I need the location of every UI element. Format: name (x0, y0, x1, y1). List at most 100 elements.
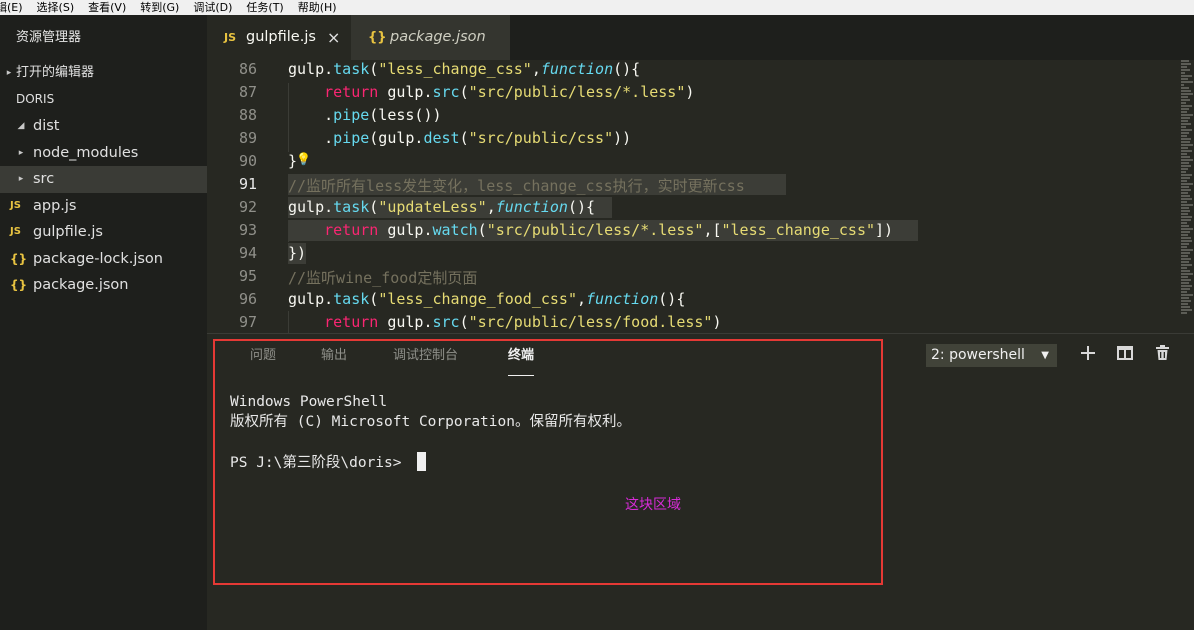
minimap-line (1181, 81, 1193, 83)
minimap[interactable] (1180, 60, 1194, 333)
shell-select[interactable]: 2: powershell ▼ (926, 344, 1057, 367)
json-file-icon: {} (368, 30, 387, 45)
code-token: pipe (333, 106, 370, 124)
tab-gulpfile[interactable]: JS gulpfile.js × (207, 15, 351, 60)
explorer-item-app-js[interactable]: JS app.js (0, 193, 207, 220)
tab-package-json[interactable]: {} package.json (351, 15, 510, 60)
explorer-item-label: package-lock.json (33, 250, 163, 267)
code-line: }) (288, 244, 306, 262)
code-line: .pipe(less()) (288, 106, 441, 124)
minimap-line (1181, 159, 1193, 161)
minimap-line (1181, 300, 1191, 302)
code-editor[interactable]: 86 gulp.task("less_change_css",function()… (207, 60, 1194, 333)
code-token: "src/public/css" (468, 129, 614, 147)
menu-item[interactable]: 调试(D) (193, 0, 239, 15)
minimap-line (1181, 138, 1191, 140)
minimap-line (1181, 252, 1190, 254)
explorer-item-package-lock-json[interactable]: {} package-lock.json (0, 246, 207, 273)
explorer-item-src[interactable]: ▸ src (0, 166, 207, 193)
minimap-line (1181, 69, 1190, 71)
chevron-right-icon: ▸ (18, 174, 24, 184)
minimap-line (1181, 216, 1192, 218)
minimap-line (1181, 240, 1192, 242)
minimap-line (1181, 273, 1193, 275)
code-token: , (577, 290, 587, 308)
code-token: ]) (875, 221, 894, 239)
minimap-line (1181, 105, 1192, 107)
project-section[interactable]: DORIS (0, 86, 207, 113)
minimap-line (1181, 120, 1188, 122)
minimap-line (1181, 153, 1187, 155)
explorer-item-label: app.js (33, 197, 77, 214)
code-line: //监听wine_food定制页面 (288, 267, 477, 288)
line-number: 88 (238, 106, 257, 124)
json-file-icon: {} (10, 251, 28, 266)
code-token: "src/public/less/*.less" (486, 221, 704, 239)
code-token: ( (477, 221, 487, 239)
code-token: ,[ (703, 221, 722, 239)
explorer-item-node-modules[interactable]: ▸ node_modules (0, 140, 207, 167)
minimap-line (1181, 267, 1187, 269)
explorer-item-gulpfile-js[interactable]: JS gulpfile.js (0, 219, 207, 246)
menu-bar: 辑(E) 选择(S) 查看(V) 转到(G) 调试(D) 任务(T) 帮助(H) (0, 0, 1194, 15)
menu-item[interactable]: 选择(S) (37, 0, 82, 15)
menu-item[interactable]: 查看(V) (88, 0, 133, 15)
menu-item[interactable]: 辑(E) (0, 0, 30, 15)
code-token: (){ (658, 290, 686, 308)
line-number: 97 (238, 313, 257, 331)
menu-item[interactable]: 转到(G) (140, 0, 186, 15)
annotation-label: 这块区域 (625, 497, 681, 513)
menu-item[interactable]: 任务(T) (246, 0, 290, 15)
minimap-line (1181, 117, 1190, 119)
editor-tabs: JS gulpfile.js × {} package.json (207, 15, 1194, 60)
minimap-line (1181, 78, 1188, 80)
code-token: gulp. (378, 221, 433, 239)
minimap-line (1181, 261, 1189, 263)
menu-item[interactable]: 帮助(H) (298, 0, 344, 15)
shell-select-value: 2: powershell (931, 347, 1025, 363)
code-token: (gulp. (369, 129, 424, 147)
minimap-line (1181, 303, 1188, 305)
code-token: ( (369, 60, 379, 78)
open-editors-section[interactable]: ▸ 打开的编辑器 (0, 60, 207, 86)
tab-label: package.json (390, 29, 486, 45)
minimap-line (1181, 246, 1187, 248)
minimap-line (1181, 93, 1193, 95)
split-terminal-button[interactable] (1114, 344, 1136, 366)
code-token: }) (288, 244, 307, 262)
code-line: gulp.task("updateLess",function(){ (288, 198, 595, 216)
explorer-item-label: dist (33, 118, 60, 134)
line-number: 87 (238, 83, 257, 101)
minimap-line (1181, 156, 1190, 158)
minimap-line (1181, 186, 1189, 188)
code-token: ( (369, 198, 379, 216)
code-token: (){ (567, 198, 596, 216)
line-number: 86 (238, 60, 257, 78)
code-token: pipe (333, 129, 370, 147)
code-token: gulp. (288, 290, 334, 308)
explorer-item-package-json[interactable]: {} package.json (0, 272, 207, 299)
code-token: return (324, 83, 379, 101)
minimap-line (1181, 123, 1191, 125)
kill-terminal-button[interactable] (1151, 344, 1173, 366)
js-file-icon: JS (224, 31, 237, 44)
explorer-item-dist[interactable]: ◢ dist (0, 113, 207, 140)
lightbulb-icon[interactable]: 💡 (296, 152, 311, 166)
minimap-line (1181, 201, 1187, 203)
line-number: 90 (238, 152, 257, 170)
minimap-line (1181, 165, 1191, 167)
minimap-line (1181, 258, 1191, 260)
minimap-line (1181, 279, 1191, 281)
minimap-line (1181, 90, 1191, 92)
terminal-panel: 问题 输出 调试控制台 终端 2: powershell ▼ Windows P… (207, 333, 1194, 630)
code-token: watch (432, 221, 478, 239)
close-icon[interactable]: × (327, 15, 340, 60)
add-terminal-button[interactable] (1077, 344, 1099, 366)
code-token: (){ (613, 60, 641, 78)
code-token: dest (423, 129, 460, 147)
minimap-line (1181, 255, 1188, 257)
minimap-line (1181, 180, 1187, 182)
minimap-line (1181, 114, 1193, 116)
minimap-line (1181, 150, 1192, 152)
